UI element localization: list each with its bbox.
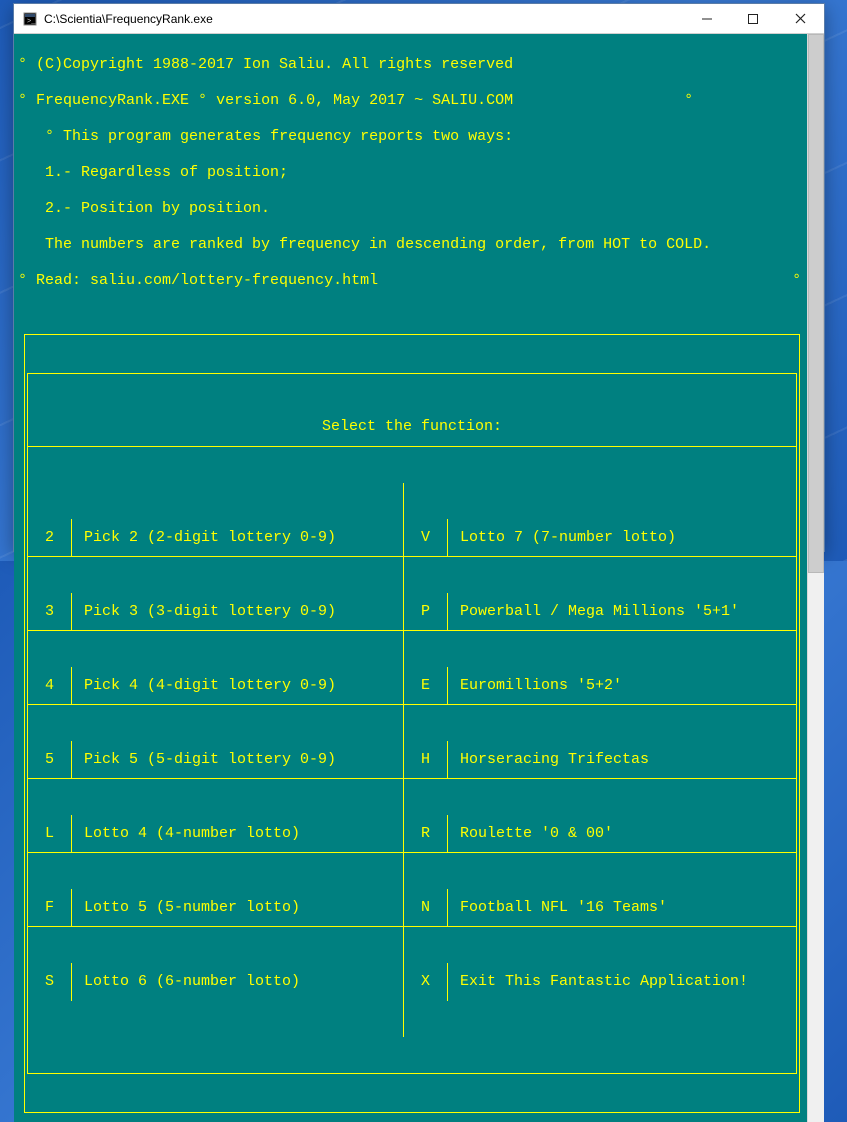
menu-desc: Roulette '0 & 00' (448, 815, 796, 852)
intro-line: 2.- Position by position. (18, 200, 803, 218)
menu-item[interactable]: SLotto 6 (6-number lotto) (28, 963, 403, 1001)
menu-item[interactable]: LLotto 4 (4-number lotto) (28, 815, 403, 853)
menu-desc: Pick 4 (4-digit lottery 0-9) (72, 667, 403, 704)
app-window: >_ C:\Scientia\FrequencyRank.exe ° (C)Co… (13, 3, 825, 552)
menu-key: 5 (28, 741, 72, 778)
menu-item[interactable]: 3Pick 3 (3-digit lottery 0-9) (28, 593, 403, 631)
menu-desc: Lotto 5 (5-number lotto) (72, 889, 403, 926)
menu-key: S (28, 963, 72, 1001)
menu-key: 2 (28, 519, 72, 556)
menu-key: 3 (28, 593, 72, 630)
close-button[interactable] (776, 4, 824, 33)
window-title: C:\Scientia\FrequencyRank.exe (44, 12, 684, 26)
menu-desc: Pick 5 (5-digit lottery 0-9) (72, 741, 403, 778)
read-link: Read: saliu.com/lottery-frequency.html (27, 272, 378, 289)
menu-item[interactable]: NFootball NFL '16 Teams' (404, 889, 796, 927)
menu-item[interactable]: PPowerball / Mega Millions '5+1' (404, 593, 796, 631)
bullet-icon: ° (18, 92, 27, 109)
minimize-button[interactable] (684, 4, 730, 33)
menu-key: E (404, 667, 448, 704)
intro-line: The numbers are ranked by frequency in d… (18, 236, 803, 254)
bullet-icon: ° (792, 272, 801, 289)
menu-column-left: 2Pick 2 (2-digit lottery 0-9) 3Pick 3 (3… (28, 483, 404, 1037)
menu-title: Select the function: (28, 410, 796, 447)
menu-item[interactable]: EEuromillions '5+2' (404, 667, 796, 705)
window-controls (684, 4, 824, 33)
program-version: version 6.0, May 2017 ~ SALIU.COM (207, 92, 513, 109)
menu-key: N (404, 889, 448, 926)
intro-line: 1.- Regardless of position; (18, 164, 803, 182)
menu-key: X (404, 963, 448, 1001)
vertical-scrollbar[interactable] (807, 34, 824, 1122)
menu-item[interactable]: VLotto 7 (7-number lotto) (404, 519, 796, 557)
menu-item[interactable]: 4Pick 4 (4-digit lottery 0-9) (28, 667, 403, 705)
menu-key: L (28, 815, 72, 852)
menu-item[interactable]: FLotto 5 (5-number lotto) (28, 889, 403, 927)
program-name: FrequencyRank.EXE (27, 92, 198, 109)
menu-desc: Horseracing Trifectas (448, 741, 796, 778)
menu-column-right: VLotto 7 (7-number lotto) PPowerball / M… (404, 483, 796, 1037)
menu-desc: Football NFL '16 Teams' (448, 889, 796, 926)
bullet-icon: ° (45, 128, 54, 145)
menu-desc: Exit This Fantastic Application! (448, 963, 796, 1001)
menu-key: H (404, 741, 448, 778)
menu-key: P (404, 593, 448, 630)
menu-desc: Lotto 4 (4-number lotto) (72, 815, 403, 852)
menu-desc: Lotto 6 (6-number lotto) (72, 963, 403, 1001)
copyright-text: (C)Copyright 1988-2017 Ion Saliu. All ri… (27, 56, 513, 73)
menu-item[interactable]: 5Pick 5 (5-digit lottery 0-9) (28, 741, 403, 779)
menu-key: R (404, 815, 448, 852)
menu-desc: Lotto 7 (7-number lotto) (448, 519, 796, 556)
menu-item[interactable]: 2Pick 2 (2-digit lottery 0-9) (28, 519, 403, 557)
menu-key: 4 (28, 667, 72, 704)
app-icon: >_ (22, 11, 38, 27)
menu-box: Select the function: 2Pick 2 (2-digit lo… (24, 334, 800, 1113)
console-output[interactable]: ° (C)Copyright 1988-2017 Ion Saliu. All … (14, 34, 807, 1122)
svg-text:>_: >_ (27, 18, 36, 26)
menu-item[interactable]: RRoulette '0 & 00' (404, 815, 796, 853)
menu-item[interactable]: XExit This Fantastic Application! (404, 963, 796, 1001)
menu-desc: Powerball / Mega Millions '5+1' (448, 593, 796, 630)
bullet-icon: ° (18, 56, 27, 73)
menu-desc: Euromillions '5+2' (448, 667, 796, 704)
maximize-button[interactable] (730, 4, 776, 33)
bullet-icon: ° (198, 92, 207, 109)
bullet-icon: ° (684, 92, 693, 109)
menu-desc: Pick 3 (3-digit lottery 0-9) (72, 593, 403, 630)
menu-desc: Pick 2 (2-digit lottery 0-9) (72, 519, 403, 556)
menu-key: V (404, 519, 448, 556)
menu-item[interactable]: HHorseracing Trifectas (404, 741, 796, 779)
menu-key: F (28, 889, 72, 926)
intro-line: This program generates frequency reports… (54, 128, 513, 145)
bullet-icon: ° (18, 272, 27, 289)
titlebar[interactable]: >_ C:\Scientia\FrequencyRank.exe (14, 4, 824, 34)
scroll-thumb[interactable] (808, 34, 824, 573)
